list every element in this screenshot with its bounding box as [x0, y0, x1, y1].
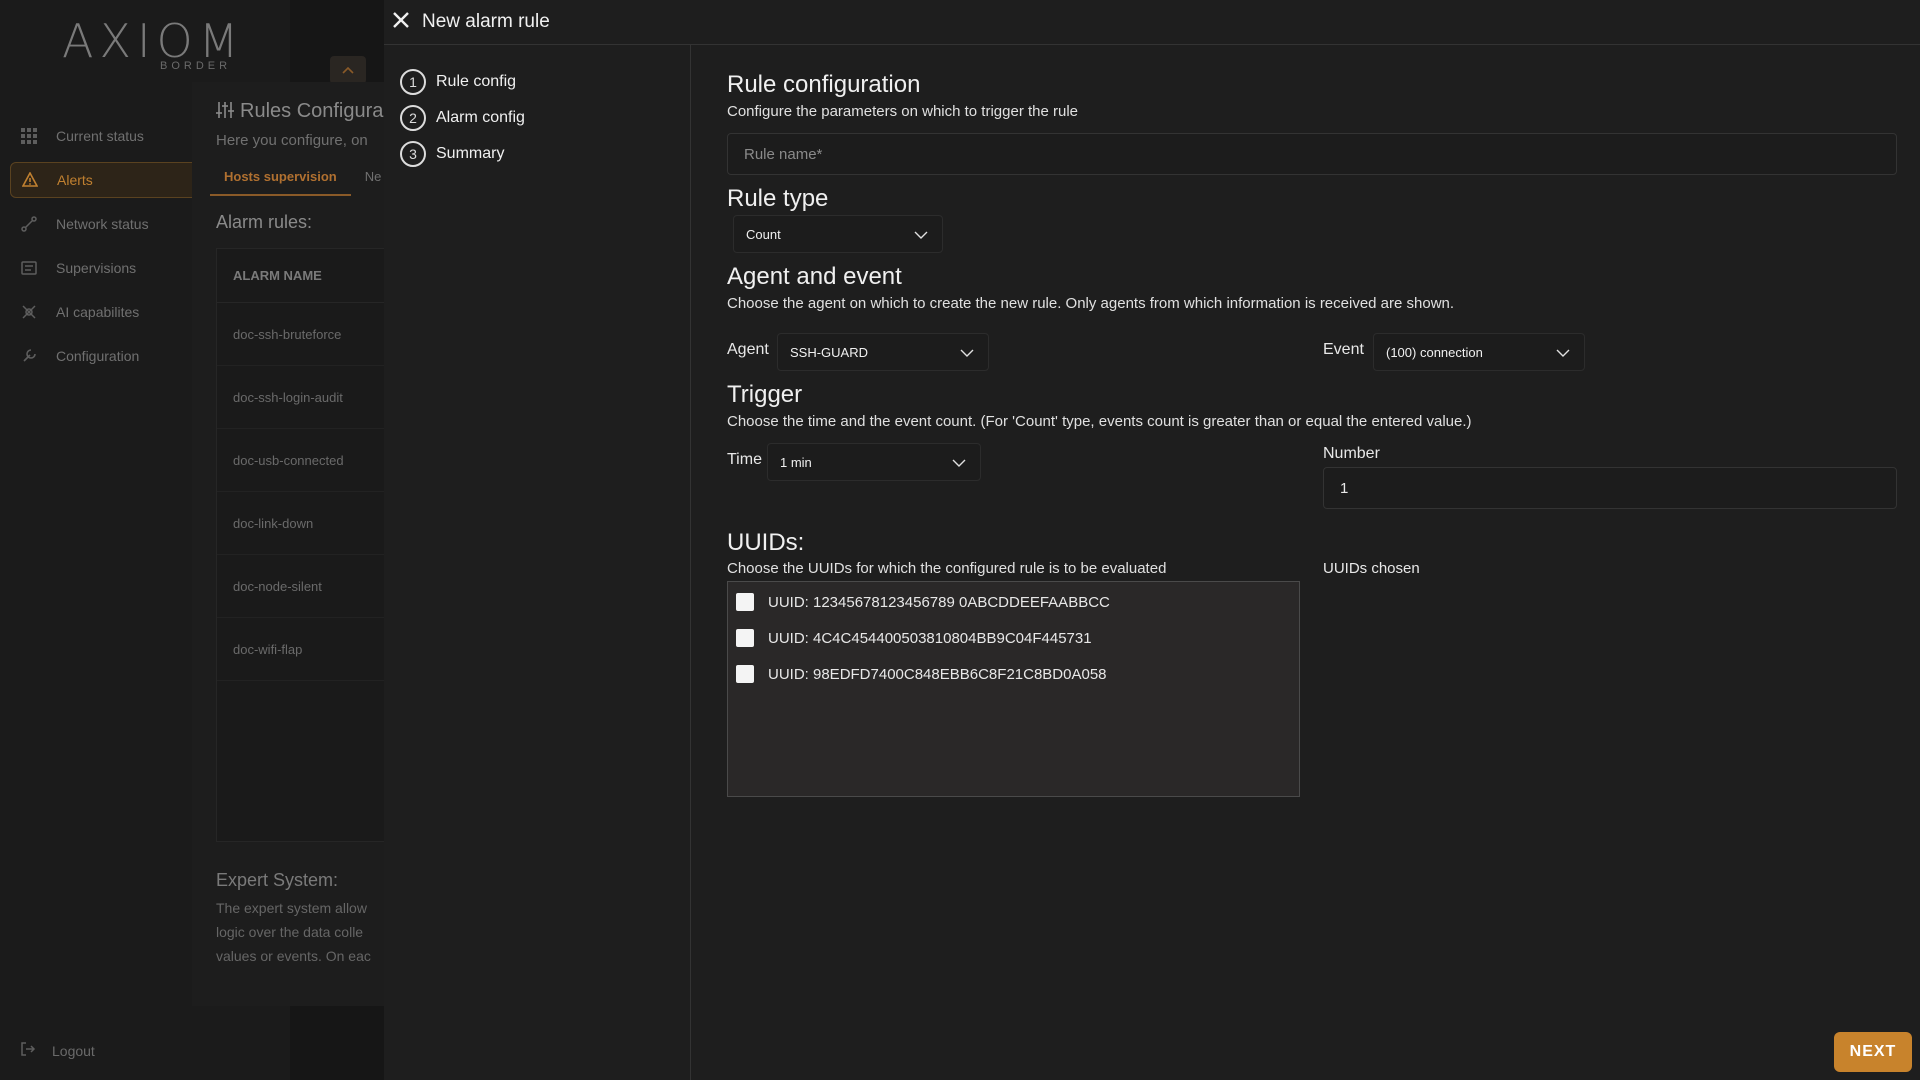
uuid-item[interactable]: UUID: 12345678123456789 0ABCDDEEFAABBCC: [736, 593, 1110, 611]
uuids-description: Choose the UUIDs for which the configure…: [727, 560, 1167, 577]
wrench-icon: [20, 347, 38, 365]
alarm-rules-table: ALARM NAME doc-ssh-bruteforce doc-ssh-lo…: [216, 248, 396, 842]
ai-icon: [20, 303, 38, 321]
modal-title: New alarm rule: [422, 11, 550, 32]
agent-label: Agent: [727, 341, 769, 358]
table-header: ALARM NAME: [217, 249, 395, 303]
event-select[interactable]: (100) connection: [1373, 333, 1585, 371]
uuids-title: UUIDs:: [727, 529, 805, 556]
step-rule-config[interactable]: 1 Rule config: [400, 69, 516, 95]
table-row[interactable]: doc-node-silent: [217, 555, 395, 618]
rule-name-input[interactable]: [727, 133, 1897, 175]
uuid-label: UUID: 98EDFD7400C848EBB6C8F21C8BD0A058: [768, 665, 1107, 683]
agent-value: SSH-GUARD: [790, 344, 869, 360]
time-label: Time: [727, 451, 762, 468]
table-row[interactable]: doc-ssh-login-audit: [217, 366, 395, 429]
chevron-down-icon: [960, 346, 974, 361]
uuid-item[interactable]: UUID: 98EDFD7400C848EBB6C8F21C8BD0A058: [736, 665, 1107, 683]
rule-type-value: Count: [746, 226, 781, 242]
expert-system-text: The expert system allow logic over the d…: [216, 900, 371, 964]
new-alarm-rule-modal: New alarm rule 1 Rule config 2 Alarm con…: [384, 0, 1920, 1080]
table-row[interactable]: doc-link-down: [217, 492, 395, 555]
sidebar-item-label: AI capabilites: [56, 304, 140, 320]
step-number: 2: [400, 105, 426, 131]
chevron-down-icon: [952, 456, 966, 471]
agent-event-title: Agent and event: [727, 263, 902, 290]
stepper: 1 Rule config 2 Alarm config 3 Summary: [384, 45, 691, 1080]
alarm-rules-label: Alarm rules:: [216, 212, 313, 232]
close-icon: [392, 11, 410, 34]
uuid-checkbox[interactable]: [736, 665, 754, 683]
sidebar-item-label: Configuration: [56, 348, 140, 364]
supervision-icon: [20, 259, 38, 277]
logo-subtitle: BORDER: [160, 60, 232, 72]
step-label: Summary: [436, 145, 505, 162]
table-row[interactable]: doc-usb-connected: [217, 429, 395, 492]
uuid-item[interactable]: UUID: 4C4C454400503810804BB9C04F445731: [736, 629, 1092, 647]
logout-label: Logout: [52, 1042, 95, 1059]
sliders-icon: [216, 101, 234, 125]
table-row[interactable]: doc-wifi-flap: [217, 618, 395, 681]
uuid-label: UUID: 4C4C454400503810804BB9C04F445731: [768, 629, 1092, 647]
table-row[interactable]: doc-ssh-bruteforce: [217, 303, 395, 366]
time-value: 1 min: [780, 454, 812, 470]
next-button[interactable]: NEXT: [1834, 1032, 1912, 1072]
tab-bar: Hosts supervision Ne: [210, 166, 395, 196]
step-number: 1: [400, 69, 426, 95]
rule-configuration-description: Configure the parameters on which to tri…: [727, 103, 1079, 120]
uuid-list: UUID: 12345678123456789 0ABCDDEEFAABBCC …: [727, 581, 1300, 797]
modal-header: New alarm rule: [384, 0, 1920, 45]
number-label: Number: [1323, 445, 1380, 462]
uuids-chosen-label: UUIDs chosen: [1323, 560, 1420, 577]
rule-type-select[interactable]: Count: [733, 215, 943, 253]
logout-button[interactable]: Logout: [20, 1041, 95, 1060]
rule-type-title: Rule type: [727, 185, 829, 212]
network-icon: [20, 215, 38, 233]
uuid-checkbox[interactable]: [736, 629, 754, 647]
step-summary[interactable]: 3 Summary: [400, 141, 504, 167]
agent-event-description: Choose the agent on which to create the …: [727, 295, 1455, 312]
logout-icon: [20, 1041, 36, 1060]
step-alarm-config[interactable]: 2 Alarm config: [400, 105, 525, 131]
agent-select[interactable]: SSH-GUARD: [777, 333, 989, 371]
rules-title: Rules Configura: [216, 100, 383, 125]
sidebar-item-label: Supervisions: [56, 260, 137, 276]
event-value: (100) connection: [1386, 344, 1483, 360]
collapse-icon[interactable]: [330, 56, 366, 84]
tab-hosts-supervision[interactable]: Hosts supervision: [210, 166, 351, 196]
expert-system-title: Expert System:: [216, 870, 339, 890]
time-select[interactable]: 1 min: [767, 443, 981, 481]
sidebar-item-label: Alerts: [57, 172, 93, 188]
event-label: Event: [1323, 341, 1364, 358]
step-label: Rule config: [436, 73, 517, 90]
trigger-title: Trigger: [727, 381, 803, 408]
sidebar-item-label: Network status: [56, 216, 149, 232]
warning-icon: [21, 171, 39, 189]
uuid-label: UUID: 12345678123456789 0ABCDDEEFAABBCC: [768, 593, 1110, 611]
rule-configuration-title: Rule configuration: [727, 71, 921, 98]
step-number: 3: [400, 141, 426, 167]
close-button[interactable]: [390, 11, 412, 33]
number-input[interactable]: [1323, 467, 1897, 509]
chevron-down-icon: [1556, 346, 1570, 361]
step-label: Alarm config: [436, 109, 525, 126]
uuid-checkbox[interactable]: [736, 593, 754, 611]
sidebar-item-label: Current status: [56, 128, 144, 144]
grid-icon: [20, 127, 38, 145]
rules-subtitle: Here you configure, on: [216, 132, 368, 149]
trigger-description: Choose the time and the event count. (Fo…: [727, 413, 1472, 430]
chevron-down-icon: [914, 228, 928, 243]
